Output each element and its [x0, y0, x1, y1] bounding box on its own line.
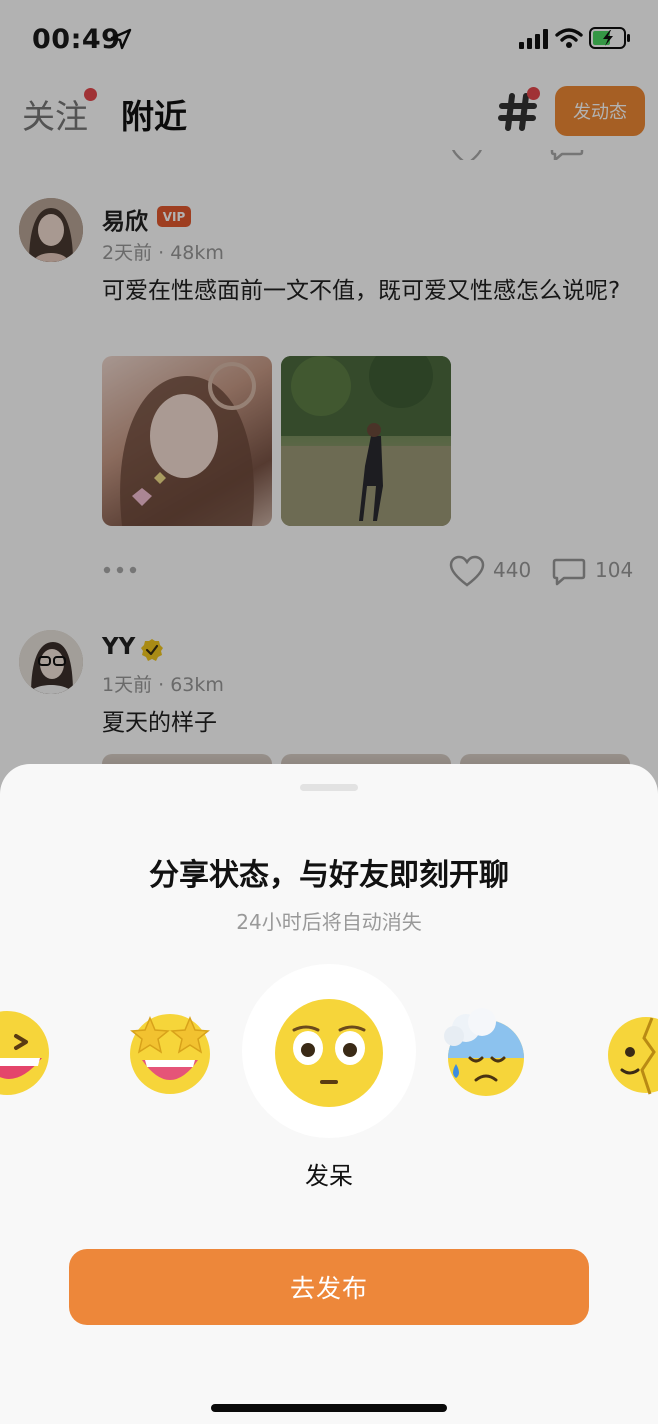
laughing-emoji-icon[interactable]	[0, 1008, 52, 1098]
cold-sweat-emoji-icon[interactable]	[436, 1006, 528, 1098]
sheet-title: 分享状态，与好友即刻开聊	[149, 858, 509, 893]
dazed-emoji-icon[interactable]	[272, 996, 386, 1110]
star-struck-emoji-icon[interactable]	[126, 1006, 214, 1096]
sheet-grabber[interactable]	[300, 784, 358, 791]
selected-emoji-label: 发呆	[305, 1162, 353, 1190]
share-status-sheet: 分享状态，与好友即刻开聊 24小时后将自动消失 发呆 去发布	[0, 764, 658, 1424]
sheet-subtitle: 24小时后将自动消失	[236, 910, 422, 934]
publish-button[interactable]: 去发布	[69, 1249, 589, 1325]
home-indicator	[211, 1404, 447, 1412]
broken-emoji-icon[interactable]	[606, 1012, 658, 1098]
